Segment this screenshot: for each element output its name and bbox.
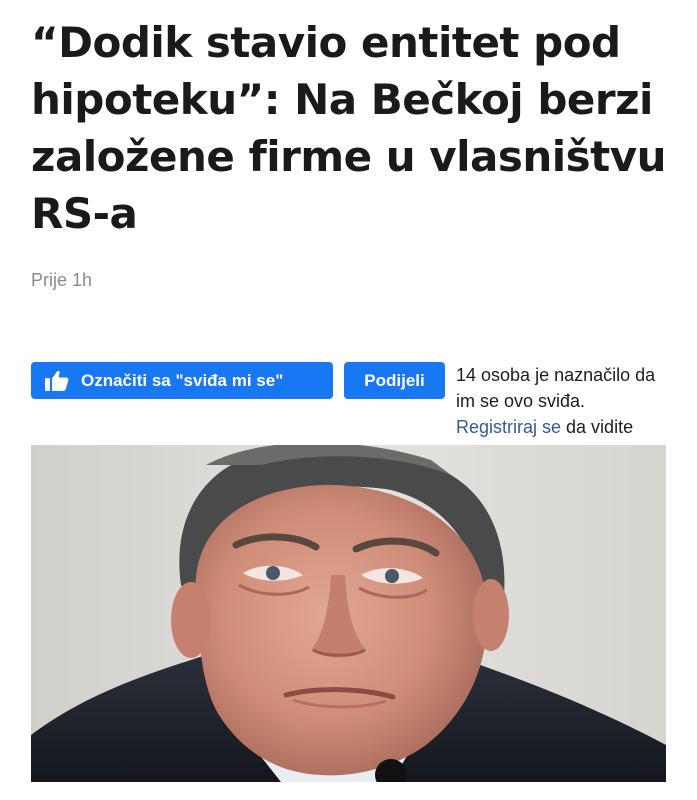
share-button-label: Podijeli: [364, 371, 425, 390]
like-button[interactable]: Označiti sa "sviđa mi se": [31, 362, 333, 399]
article-photo: [31, 445, 666, 782]
article-timestamp: Prije 1h: [31, 270, 93, 290]
facebook-like-widget: Označiti sa "sviđa mi se" Podijeli 14 os…: [31, 362, 671, 442]
register-suffix: da vidite: [561, 417, 634, 437]
thumbs-up-icon: [45, 370, 69, 391]
article-headline: “Dodik stavio entitet pod hipoteku”: Na …: [31, 18, 667, 238]
like-count-label: 14 osoba je naznačilo da im se ovo sviđa…: [456, 365, 656, 411]
like-count-text: 14 osoba je naznačilo da im se ovo sviđa…: [456, 362, 671, 440]
portrait-image: [31, 445, 666, 782]
share-button[interactable]: Podijeli: [344, 362, 445, 399]
register-link[interactable]: Registriraj se: [456, 417, 561, 437]
like-button-label: Označiti sa "sviđa mi se": [81, 371, 284, 390]
